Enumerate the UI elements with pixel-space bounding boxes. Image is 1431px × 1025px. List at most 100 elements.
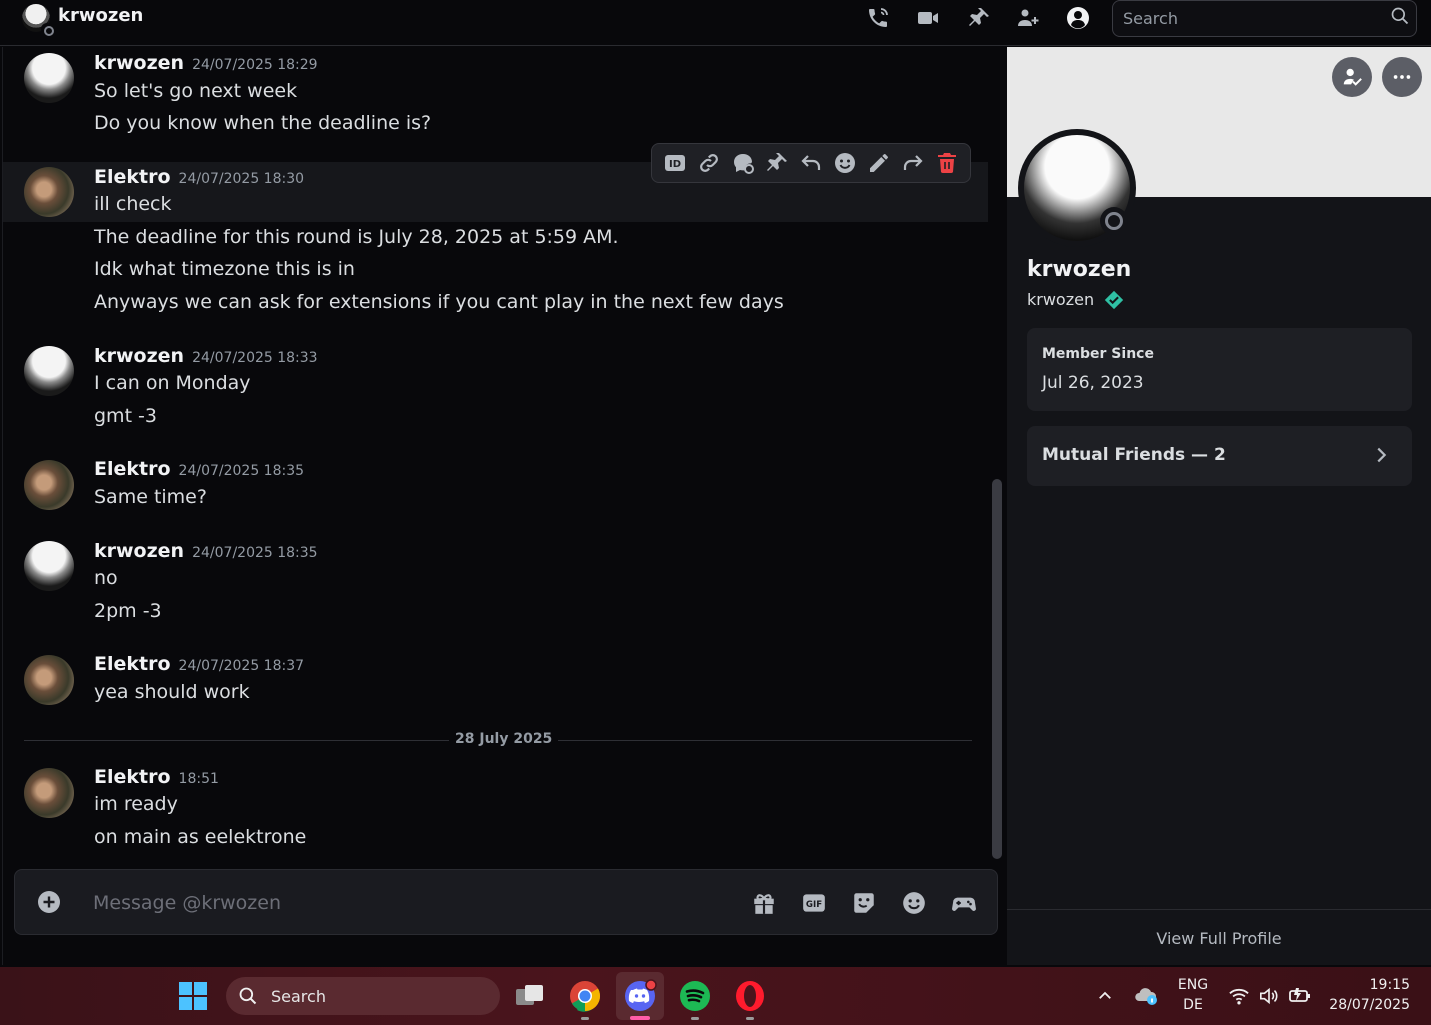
more-options-button[interactable] xyxy=(1382,57,1422,97)
message-input[interactable] xyxy=(93,890,713,916)
profile-avatar[interactable] xyxy=(1018,129,1136,247)
message-text: Same time? xyxy=(94,486,207,508)
message-author[interactable]: Elektro 18:51 xyxy=(94,766,219,788)
message-author[interactable]: krwozen 24/07/2025 18:35 xyxy=(94,540,318,562)
voice-call-icon[interactable] xyxy=(865,6,891,30)
message-text: I can on Monday xyxy=(94,372,251,394)
opera-icon[interactable] xyxy=(733,979,767,1013)
windows-taskbar: Search ENG DE 19:15 28/07/2025 xyxy=(0,967,1431,1025)
profile-username: krwozen xyxy=(1027,290,1095,309)
sticker-icon[interactable] xyxy=(851,890,877,916)
edit-icon[interactable] xyxy=(867,151,891,175)
search-input[interactable] xyxy=(1123,7,1383,29)
reply-icon[interactable] xyxy=(799,151,823,175)
svg-text:ID: ID xyxy=(669,159,681,170)
add-reaction-icon[interactable] xyxy=(833,151,857,175)
task-view-icon[interactable] xyxy=(513,979,547,1013)
clock-date[interactable]: 28/07/2025 xyxy=(1324,997,1414,1013)
avatar[interactable] xyxy=(24,655,74,705)
language-indicator-top[interactable]: ENG xyxy=(1173,977,1213,993)
discord-window: krwozen krwozen24/07/2025 18:29 So let's… xyxy=(0,0,1431,1025)
message-timestamp: 24/07/2025 18:30 xyxy=(178,171,305,187)
chrome-icon[interactable] xyxy=(568,979,602,1013)
copy-link-icon[interactable] xyxy=(697,151,721,175)
user-profile-icon[interactable] xyxy=(1065,6,1091,30)
spotify-icon[interactable] xyxy=(678,979,712,1013)
offline-status-icon xyxy=(1100,207,1128,235)
forward-icon[interactable] xyxy=(901,151,925,175)
message-author[interactable]: krwozen 24/07/2025 18:33 xyxy=(94,345,318,367)
chat-scrollbar[interactable] xyxy=(992,479,1002,859)
emoji-icon[interactable] xyxy=(901,890,927,916)
delete-icon[interactable] xyxy=(935,151,959,175)
header-avatar[interactable] xyxy=(22,4,54,36)
member-since-card: Member Since Jul 26, 2023 xyxy=(1027,328,1412,411)
friend-status-button[interactable] xyxy=(1332,57,1372,97)
message-list: krwozen 24/07/2025 18:29 So let's go next… xyxy=(2,47,1005,965)
message-text: gmt -3 xyxy=(94,405,158,427)
date-divider-label: 28 July 2025 xyxy=(449,731,559,747)
view-full-profile-link[interactable]: View Full Profile xyxy=(1007,929,1431,948)
message-composer: GIF xyxy=(14,869,998,935)
pin-message-icon[interactable] xyxy=(765,151,789,175)
dm-header: krwozen xyxy=(0,0,1431,46)
message-timestamp: 18:51 xyxy=(178,771,219,787)
search-icon xyxy=(239,987,257,1005)
message-timestamp: 24/07/2025 18:33 xyxy=(192,350,318,366)
avatar[interactable] xyxy=(24,53,74,103)
member-since-label: Member Since xyxy=(1042,346,1154,362)
verified-diamond-icon[interactable] xyxy=(1103,289,1125,311)
create-thread-icon[interactable] xyxy=(731,151,755,175)
add-friends-icon[interactable] xyxy=(1015,6,1041,30)
activities-gamepad-icon[interactable] xyxy=(951,890,977,916)
message-timestamp: 24/07/2025 18:37 xyxy=(178,658,305,674)
volume-icon[interactable] xyxy=(1258,986,1280,1006)
gift-icon[interactable] xyxy=(751,890,777,916)
copy-id-icon[interactable]: ID xyxy=(663,151,687,175)
pin-icon[interactable] xyxy=(966,6,992,30)
windows-start-icon[interactable] xyxy=(176,979,210,1013)
mutual-friends-row[interactable]: Mutual Friends — 2 xyxy=(1027,426,1412,486)
friend-check-icon xyxy=(1343,68,1362,86)
message-text: The deadline for this round is July 28, … xyxy=(94,226,619,248)
avatar[interactable] xyxy=(24,768,74,818)
message-text: ill check xyxy=(94,193,172,215)
discord-icon[interactable] xyxy=(623,979,657,1013)
search-field[interactable] xyxy=(1112,0,1417,37)
taskbar-search-label: Search xyxy=(271,987,326,1006)
avatar[interactable] xyxy=(24,541,74,591)
message-author[interactable]: Elektro 24/07/2025 18:30 xyxy=(94,166,304,188)
language-indicator-bottom[interactable]: DE xyxy=(1173,997,1213,1013)
offline-status-icon xyxy=(41,23,54,36)
gif-icon[interactable]: GIF xyxy=(801,890,827,916)
show-hidden-icons-chevron[interactable] xyxy=(1096,987,1114,1005)
avatar[interactable] xyxy=(24,167,74,217)
message-timestamp: 24/07/2025 18:35 xyxy=(192,545,318,561)
message-text: on main as eelektrone xyxy=(94,826,307,848)
avatar[interactable] xyxy=(24,460,74,510)
message-text: Do you know when the deadline is? xyxy=(94,112,432,134)
message-author[interactable]: Elektro 24/07/2025 18:37 xyxy=(94,653,304,675)
onedrive-info-icon[interactable] xyxy=(1133,985,1159,1007)
video-call-icon[interactable] xyxy=(915,6,941,30)
message-text: yea should work xyxy=(94,681,250,703)
wifi-icon[interactable] xyxy=(1228,986,1250,1006)
header-title[interactable]: krwozen xyxy=(58,5,143,26)
opera-running-indicator xyxy=(746,1017,754,1020)
add-attachment-icon[interactable] xyxy=(37,890,61,914)
more-dots-icon xyxy=(1393,75,1411,79)
battery-charging-icon[interactable] xyxy=(1288,986,1312,1006)
taskbar-search[interactable]: Search xyxy=(226,977,500,1015)
message-actions-toolbar: ID xyxy=(651,143,971,183)
message-author[interactable]: Elektro 24/07/2025 18:35 xyxy=(94,458,304,480)
message-author[interactable]: krwozen 24/07/2025 18:29 xyxy=(94,52,318,74)
avatar[interactable] xyxy=(24,346,74,396)
message-text: no xyxy=(94,567,118,589)
message-timestamp: 24/07/2025 18:35 xyxy=(178,463,305,479)
clock-time[interactable]: 19:15 xyxy=(1324,977,1414,993)
chevron-right-icon xyxy=(1377,447,1387,463)
message-timestamp: 24/07/2025 18:29 xyxy=(192,57,318,73)
profile-footer: View Full Profile xyxy=(1007,909,1431,965)
chrome-running-indicator xyxy=(581,1017,589,1020)
svg-text:GIF: GIF xyxy=(806,900,822,910)
